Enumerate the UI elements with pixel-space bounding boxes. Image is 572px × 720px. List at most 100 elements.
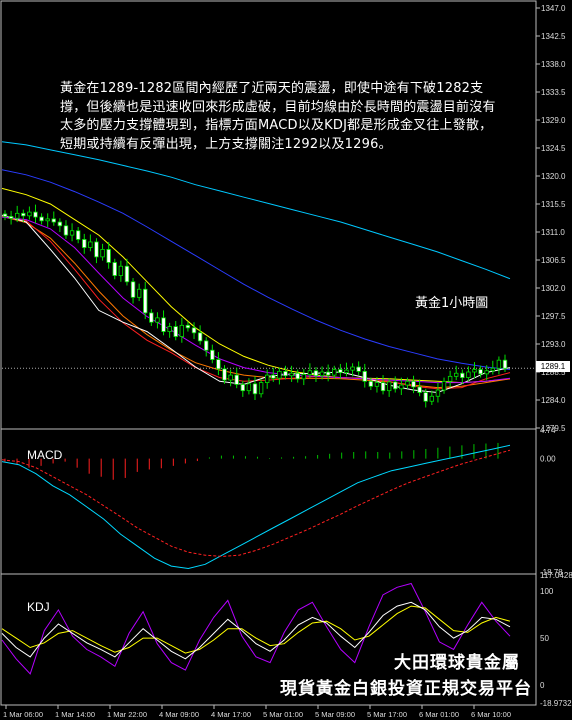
bear-candle	[21, 212, 26, 217]
bull-candle	[472, 369, 477, 373]
bull-candle	[435, 389, 441, 397]
bull-candle	[246, 383, 252, 392]
price-tick-label: 1297.5	[541, 312, 566, 321]
bear-candle	[295, 372, 300, 380]
time-tick-label: 5 Mar 01:00	[263, 710, 303, 719]
bear-candle	[393, 381, 398, 390]
bear-candle	[57, 221, 63, 227]
bear-candle	[51, 218, 56, 223]
bull-candle	[301, 374, 306, 380]
bull-candle	[344, 369, 349, 374]
bull-candle	[179, 324, 185, 337]
bull-candle	[332, 369, 337, 376]
bear-candle	[82, 239, 87, 248]
price-tick-label: 1338.0	[541, 60, 566, 69]
price-tick-label: 1315.5	[541, 200, 566, 209]
bull-candle	[289, 372, 294, 377]
bull-candle	[100, 249, 105, 258]
bear-candle	[33, 211, 38, 218]
bear-candle	[313, 370, 319, 377]
bear-candle	[149, 312, 154, 323]
ma-line	[1, 187, 511, 384]
time-tick-label: 5 Mar 09:00	[315, 710, 355, 719]
bear-candle	[130, 281, 136, 298]
time-tick-label: 4 Mar 09:00	[159, 710, 199, 719]
time-tick-label: 6 Mar 10:00	[471, 710, 511, 719]
bull-candle	[118, 265, 124, 276]
time-tick-label: 1 Mar 14:00	[55, 710, 95, 719]
ma-line	[1, 141, 511, 280]
bull-candle	[405, 380, 410, 386]
bear-candle	[283, 370, 288, 377]
time-tick-label: 5 Mar 17:00	[367, 710, 407, 719]
time-tick-label: 1 Mar 06:00	[3, 710, 43, 719]
bear-candle	[325, 371, 331, 376]
bear-candle	[417, 386, 422, 393]
bull-candle	[441, 380, 447, 391]
analysis-comment: 黃金在1289-1282區間內經歷了近兩天的震盪，即使中途有下破1282支撐，但…	[60, 81, 496, 152]
bear-candle	[191, 327, 197, 334]
macd-tick-label: 0.00	[540, 455, 556, 464]
bull-candle	[454, 372, 459, 377]
bear-candle	[338, 369, 343, 374]
bear-candle	[240, 384, 246, 392]
macd-panel-label: MACD	[27, 448, 63, 462]
price-tick-label: 1306.5	[541, 256, 566, 265]
kdj-tick-label: 100	[540, 587, 554, 596]
bull-candle	[386, 381, 392, 392]
price-tick-label: 1347.0	[541, 4, 566, 13]
bull-candle	[429, 395, 435, 402]
time-tick-label: 6 Mar 01:00	[419, 710, 459, 719]
bull-candle	[447, 375, 453, 382]
bear-candle	[210, 349, 215, 360]
bear-candle	[234, 374, 239, 385]
ma-line	[1, 169, 511, 370]
bull-candle	[228, 374, 233, 381]
bear-candle	[63, 225, 69, 236]
bull-candle	[258, 382, 264, 395]
time-tick-label: 4 Mar 17:00	[211, 710, 251, 719]
bull-candle	[307, 370, 313, 375]
timeframe-label: 黃金1小時圖	[415, 296, 489, 311]
kdj-tick-label: 50	[540, 634, 549, 643]
bull-candle	[45, 218, 50, 222]
bear-candle	[252, 383, 258, 395]
bear-candle	[143, 288, 148, 314]
price-tick-label: 1329.0	[541, 116, 566, 125]
bull-candle	[88, 241, 93, 248]
price-tick-label: 1284.0	[541, 396, 566, 405]
price-tick-label: 1324.5	[541, 144, 566, 153]
bear-candle	[204, 340, 209, 351]
bull-candle	[136, 288, 142, 298]
bull-candle	[264, 374, 270, 383]
bear-candle	[106, 249, 111, 263]
kdj-panel-label: KDJ	[27, 600, 50, 614]
kdj-tick-label: 0	[540, 681, 545, 690]
bull-candle	[490, 367, 496, 372]
bull-candle	[484, 370, 489, 375]
bear-candle	[460, 372, 465, 379]
price-tick-label: 1333.5	[541, 88, 566, 97]
bear-candle	[75, 230, 81, 240]
bear-candle	[185, 324, 191, 329]
bear-candle	[271, 374, 276, 379]
bear-candle	[356, 366, 361, 372]
current-price-label: 1289.1	[536, 361, 570, 372]
bull-candle	[27, 211, 32, 217]
bull-candle	[319, 371, 325, 377]
macd-signal-line	[1, 449, 511, 557]
bear-candle	[39, 216, 44, 222]
bull-candle	[277, 370, 282, 379]
kdj-tick-label: 117.0428	[540, 571, 572, 580]
bull-candle	[350, 366, 355, 371]
bear-candle	[362, 370, 367, 382]
price-tick-label: 1302.0	[541, 284, 566, 293]
bull-candle	[466, 371, 471, 378]
price-tick-label: 1342.5	[541, 32, 566, 41]
bull-candle	[155, 317, 160, 323]
bull-candle	[167, 326, 172, 332]
bull-candle	[14, 212, 20, 219]
bear-candle	[222, 368, 227, 381]
macd-line	[1, 444, 511, 570]
time-tick-label: 1 Mar 22:00	[107, 710, 147, 719]
